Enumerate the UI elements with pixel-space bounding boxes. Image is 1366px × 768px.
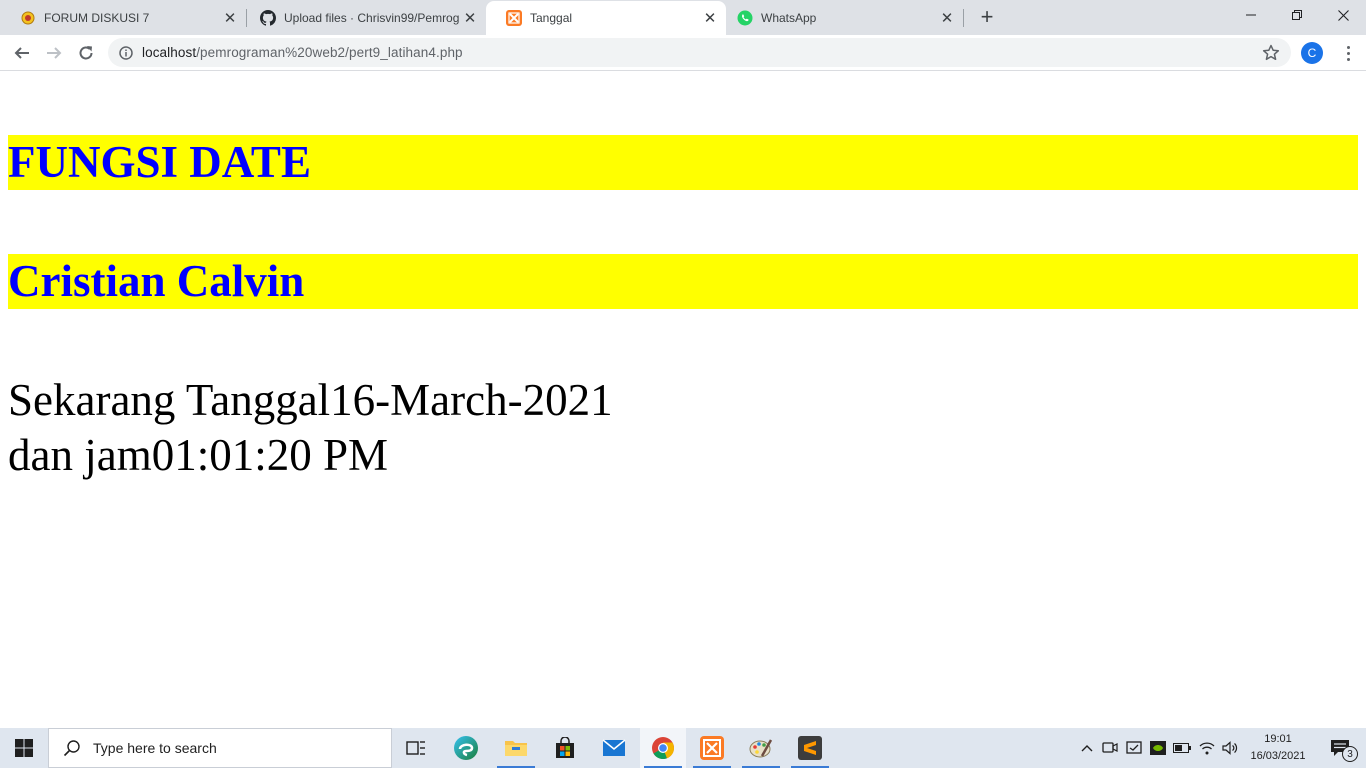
taskbar-search-box[interactable]: Type here to search bbox=[48, 728, 392, 768]
author-name-heading: Cristian Calvin bbox=[8, 254, 1358, 309]
sublime-text-icon[interactable] bbox=[787, 728, 833, 768]
forward-arrow-icon[interactable] bbox=[40, 39, 68, 67]
tab-title: Upload files · Chrisvin99/Pemrog bbox=[284, 10, 460, 25]
browser-toolbar: localhost/pemrograman%20web2/pert9_latih… bbox=[0, 35, 1366, 71]
tab-forum-diskusi[interactable]: FORUM DISKUSI 7 ✕ bbox=[0, 0, 246, 35]
microsoft-store-icon[interactable] bbox=[542, 728, 588, 768]
profile-avatar[interactable]: C bbox=[1301, 42, 1323, 64]
chrome-icon[interactable] bbox=[640, 728, 686, 768]
github-icon bbox=[260, 9, 276, 26]
xampp-taskbar-icon[interactable] bbox=[689, 728, 735, 768]
edge-browser-icon[interactable] bbox=[443, 728, 489, 768]
search-placeholder: Type here to search bbox=[93, 740, 217, 756]
tab-tanggal[interactable]: Tanggal ✕ bbox=[486, 1, 726, 35]
search-icon bbox=[63, 740, 80, 757]
forum-favicon-icon bbox=[20, 10, 36, 26]
url-host: localhost bbox=[142, 45, 197, 60]
profile-initial: C bbox=[1307, 46, 1317, 60]
whatsapp-icon bbox=[737, 10, 753, 26]
tab-strip: FORUM DISKUSI 7 ✕ Upload files · Chrisvi… bbox=[0, 0, 1366, 35]
notification-count-badge: 3 bbox=[1342, 746, 1358, 762]
url-path: /pemrograman%20web2/pert9_latihan4.php bbox=[196, 45, 463, 60]
task-view-icon[interactable] bbox=[393, 728, 439, 768]
close-icon[interactable]: ✕ bbox=[460, 8, 480, 28]
date-text: Sekarang Tanggal16-March-2021 bbox=[8, 375, 613, 425]
tab-whatsapp[interactable]: WhatsApp ✕ bbox=[717, 0, 963, 35]
volume-icon[interactable] bbox=[1220, 728, 1240, 768]
tab-title: Tanggal bbox=[530, 11, 573, 25]
minimize-icon[interactable] bbox=[1228, 0, 1274, 30]
battery-icon[interactable] bbox=[1172, 728, 1192, 768]
xampp-icon bbox=[506, 10, 522, 26]
wifi-icon[interactable] bbox=[1197, 728, 1217, 768]
tab-separator bbox=[963, 9, 964, 27]
feedback-icon[interactable] bbox=[1124, 728, 1144, 768]
restore-icon[interactable] bbox=[1274, 0, 1320, 30]
tab-title: WhatsApp bbox=[761, 10, 817, 25]
url-text: localhost/pemrograman%20web2/pert9_latih… bbox=[142, 45, 463, 60]
reload-icon[interactable] bbox=[72, 39, 100, 67]
meet-now-icon[interactable] bbox=[1100, 728, 1120, 768]
page-title-heading: FUNGSI DATE bbox=[8, 135, 1358, 190]
close-window-icon[interactable] bbox=[1320, 0, 1366, 30]
notification-center-icon[interactable]: 3 bbox=[1320, 728, 1360, 768]
close-icon[interactable]: ✕ bbox=[220, 8, 240, 28]
file-explorer-icon[interactable] bbox=[493, 728, 539, 768]
windows-start-icon[interactable] bbox=[0, 728, 48, 768]
mail-icon[interactable] bbox=[591, 728, 637, 768]
windows-taskbar: Type here to search 19:01 16/03/2021 3 bbox=[0, 728, 1366, 768]
clock-date: 16/03/2021 bbox=[1250, 750, 1306, 762]
info-icon[interactable] bbox=[119, 45, 133, 60]
paint-icon[interactable] bbox=[738, 728, 784, 768]
address-bar[interactable]: localhost/pemrograman%20web2/pert9_latih… bbox=[108, 38, 1291, 67]
tab-title: FORUM DISKUSI 7 bbox=[44, 10, 150, 25]
time-text: dan jam01:01:20 PM bbox=[8, 430, 388, 480]
bookmark-star-icon[interactable] bbox=[1262, 44, 1280, 62]
taskbar-clock[interactable]: 19:01 16/03/2021 bbox=[1243, 731, 1313, 765]
nvidia-icon[interactable] bbox=[1148, 728, 1168, 768]
page-content: FUNGSI DATE Cristian Calvin Sekarang Tan… bbox=[0, 71, 1366, 728]
more-menu-icon[interactable] bbox=[1338, 43, 1358, 63]
tab-upload-files[interactable]: Upload files · Chrisvin99/Pemrog ✕ bbox=[240, 0, 486, 35]
new-tab-plus-icon[interactable]: + bbox=[975, 4, 999, 29]
show-hidden-icons-chevron-icon[interactable] bbox=[1078, 728, 1096, 768]
close-icon[interactable]: ✕ bbox=[937, 8, 957, 28]
clock-time: 19:01 bbox=[1264, 733, 1292, 745]
back-arrow-icon[interactable] bbox=[8, 39, 36, 67]
